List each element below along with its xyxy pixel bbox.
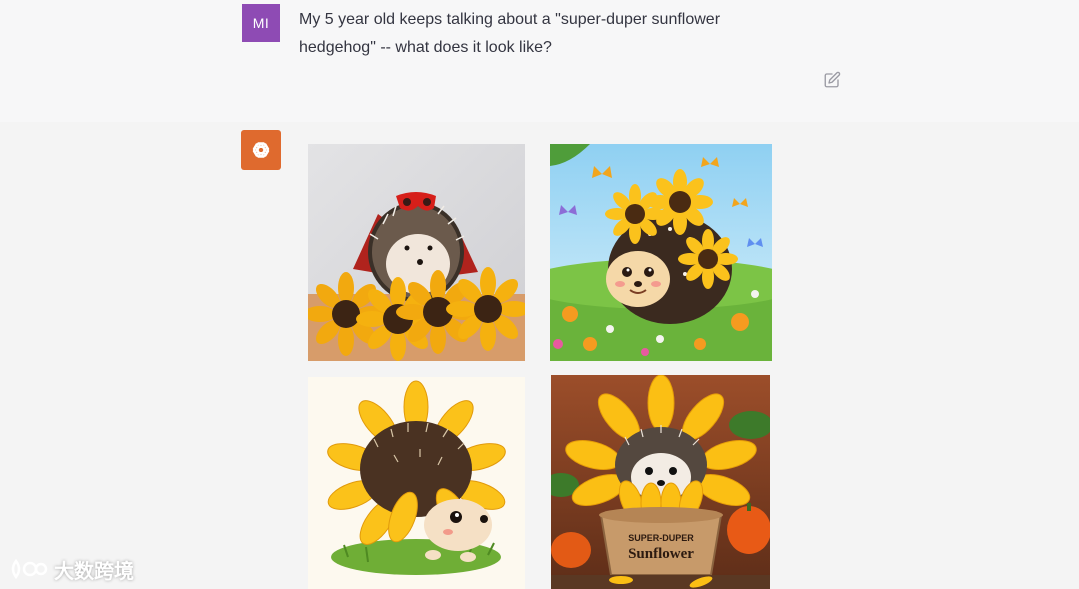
hedgehog-meadow-image xyxy=(550,144,772,361)
watermark: 大数跨境 xyxy=(8,553,134,585)
assistant-avatar xyxy=(241,130,281,170)
pot-label-bottom: Sunflower xyxy=(628,546,694,562)
edit-message-button[interactable] xyxy=(822,70,842,90)
assistant-message: SUPER-DUPER Sunflower xyxy=(0,122,1079,589)
user-message-text: My 5 year old keeps talking about a "sup… xyxy=(299,11,721,56)
openai-logo-icon xyxy=(252,142,270,158)
generated-image-4[interactable]: SUPER-DUPER Sunflower xyxy=(551,375,770,589)
hedgehog-pot-image: SUPER-DUPER Sunflower xyxy=(551,375,770,589)
chat-page: MI My 5 year old keeps talking about a "… xyxy=(0,0,1079,589)
user-avatar: MI xyxy=(242,4,280,42)
generated-image-2[interactable] xyxy=(550,144,772,361)
generated-image-3[interactable] xyxy=(308,377,525,589)
user-message: MI My 5 year old keeps talking about a "… xyxy=(0,0,1079,122)
watermark-text: 大数跨境 xyxy=(54,560,134,583)
edit-icon xyxy=(824,71,841,88)
pot-label-top: SUPER-DUPER xyxy=(628,533,694,543)
watermark-logo-icon xyxy=(11,558,48,580)
hedgehog-masked-image xyxy=(308,144,525,361)
hedgehog-sunflower-illustration xyxy=(308,377,525,589)
generated-image-1[interactable] xyxy=(308,144,525,361)
user-avatar-initials: MI xyxy=(252,15,270,31)
